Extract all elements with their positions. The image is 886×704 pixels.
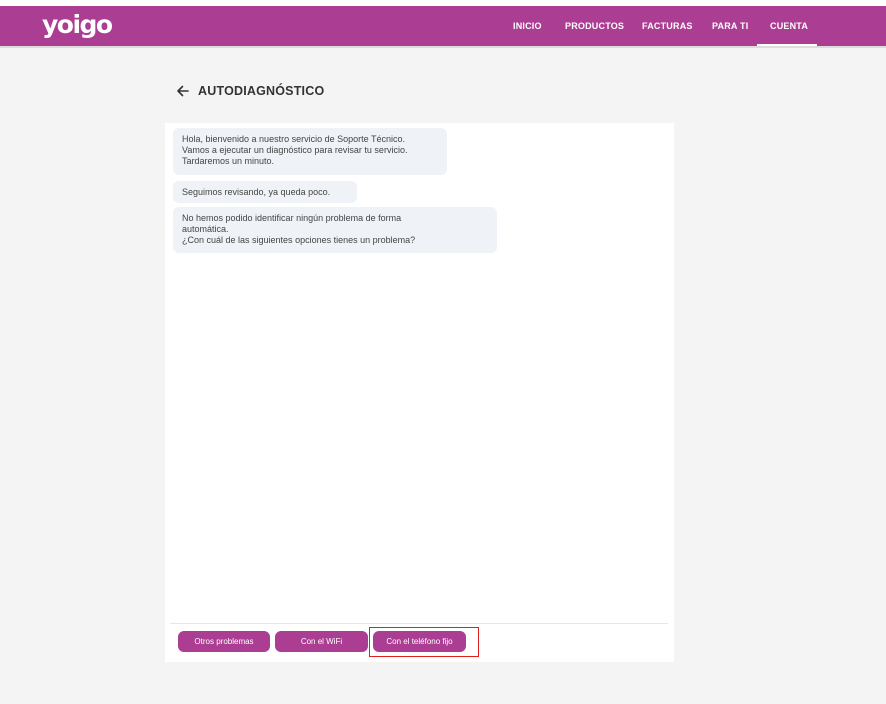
nav-item-para-ti[interactable]: PARA TI [712, 6, 748, 46]
highlight-box [369, 627, 479, 657]
option-button-wifi[interactable]: Con el WiFi [275, 631, 368, 652]
chat-divider [170, 623, 668, 624]
nav-item-productos[interactable]: PRODUCTOS [565, 6, 624, 46]
nav-item-cuenta[interactable]: CUENTA [770, 6, 808, 46]
chat-message-options-prompt: No hemos podido identificar ningún probl… [173, 207, 497, 253]
arrow-left-icon[interactable] [176, 82, 190, 100]
nav-item-facturas[interactable]: FACTURAS [642, 6, 693, 46]
page-title: AUTODIAGNÓSTICO [198, 84, 325, 98]
chat-panel: Hola, bienvenido a nuestro servicio de S… [165, 123, 674, 662]
nav-shadow [0, 46, 886, 48]
chat-message-progress: Seguimos revisando, ya queda poco. [173, 181, 357, 203]
yoigo-logo[interactable]: yoigo [42, 10, 113, 40]
chat-message-welcome: Hola, bienvenido a nuestro servicio de S… [173, 128, 447, 175]
option-button-otros-problemas[interactable]: Otros problemas [178, 631, 270, 652]
nav-item-inicio[interactable]: INICIO [513, 6, 542, 46]
top-navigation-bar: yoigo INICIO PRODUCTOS FACTURAS PARA TI … [0, 6, 886, 46]
